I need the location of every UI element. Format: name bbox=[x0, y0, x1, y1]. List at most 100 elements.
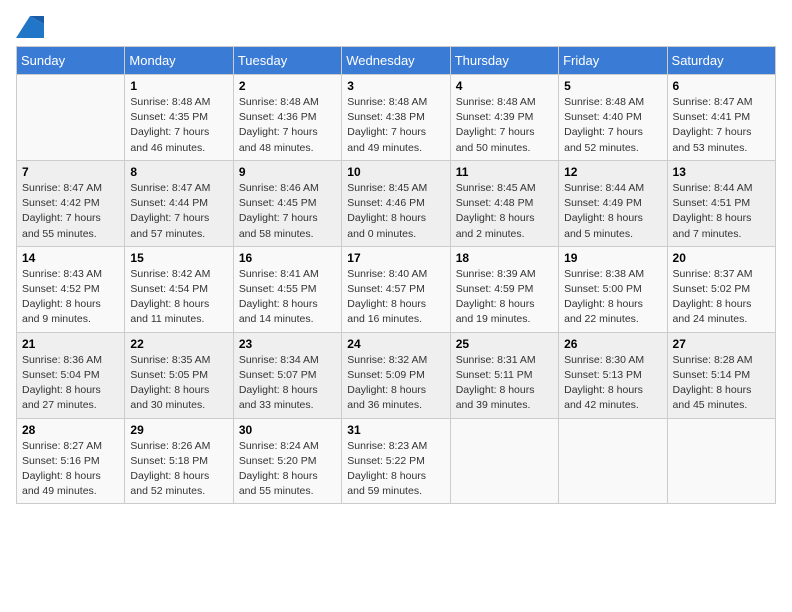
day-number: 27 bbox=[673, 337, 770, 351]
day-info: Sunrise: 8:27 AMSunset: 5:16 PMDaylight:… bbox=[22, 439, 119, 500]
day-info: Sunrise: 8:48 AMSunset: 4:35 PMDaylight:… bbox=[130, 95, 227, 156]
day-number: 7 bbox=[22, 165, 119, 179]
calendar-cell: 25 Sunrise: 8:31 AMSunset: 5:11 PMDayligh… bbox=[450, 332, 558, 418]
calendar-cell: 9 Sunrise: 8:46 AMSunset: 4:45 PMDaylight… bbox=[233, 160, 341, 246]
day-number: 17 bbox=[347, 251, 444, 265]
calendar-cell: 23 Sunrise: 8:34 AMSunset: 5:07 PMDayligh… bbox=[233, 332, 341, 418]
day-info: Sunrise: 8:41 AMSunset: 4:55 PMDaylight:… bbox=[239, 267, 336, 328]
day-number: 28 bbox=[22, 423, 119, 437]
day-number: 24 bbox=[347, 337, 444, 351]
day-number: 6 bbox=[673, 79, 770, 93]
calendar-cell: 1 Sunrise: 8:48 AMSunset: 4:35 PMDaylight… bbox=[125, 75, 233, 161]
calendar-cell: 5 Sunrise: 8:48 AMSunset: 4:40 PMDaylight… bbox=[559, 75, 667, 161]
day-number: 11 bbox=[456, 165, 553, 179]
header-thursday: Thursday bbox=[450, 47, 558, 75]
day-info: Sunrise: 8:48 AMSunset: 4:38 PMDaylight:… bbox=[347, 95, 444, 156]
day-number: 16 bbox=[239, 251, 336, 265]
day-number: 3 bbox=[347, 79, 444, 93]
day-info: Sunrise: 8:44 AMSunset: 4:51 PMDaylight:… bbox=[673, 181, 770, 242]
day-number: 10 bbox=[347, 165, 444, 179]
day-info: Sunrise: 8:45 AMSunset: 4:46 PMDaylight:… bbox=[347, 181, 444, 242]
calendar-cell: 24 Sunrise: 8:32 AMSunset: 5:09 PMDayligh… bbox=[342, 332, 450, 418]
calendar-cell: 28 Sunrise: 8:27 AMSunset: 5:16 PMDayligh… bbox=[17, 418, 125, 504]
day-info: Sunrise: 8:48 AMSunset: 4:39 PMDaylight:… bbox=[456, 95, 553, 156]
logo bbox=[16, 16, 48, 38]
calendar-cell: 26 Sunrise: 8:30 AMSunset: 5:13 PMDayligh… bbox=[559, 332, 667, 418]
calendar-week-2: 7Sunrise: 8:47 AMSunset: 4:42 PMDaylight… bbox=[17, 160, 776, 246]
calendar-cell: 30Sunrise: 8:24 AMSunset: 5:20 PMDayligh… bbox=[233, 418, 341, 504]
calendar-cell bbox=[17, 75, 125, 161]
day-info: Sunrise: 8:32 AMSunset: 5:09 PMDaylight:… bbox=[347, 353, 444, 414]
calendar-week-3: 14Sunrise: 8:43 AMSunset: 4:52 PMDayligh… bbox=[17, 246, 776, 332]
day-number: 13 bbox=[673, 165, 770, 179]
calendar-cell: 7Sunrise: 8:47 AMSunset: 4:42 PMDaylight… bbox=[17, 160, 125, 246]
calendar-cell: 19 Sunrise: 8:38 AMSunset: 5:00 PMDayligh… bbox=[559, 246, 667, 332]
calendar-cell: 2Sunrise: 8:48 AMSunset: 4:36 PMDaylight… bbox=[233, 75, 341, 161]
calendar-cell bbox=[450, 418, 558, 504]
day-number: 5 bbox=[564, 79, 661, 93]
calendar-cell: 14Sunrise: 8:43 AMSunset: 4:52 PMDayligh… bbox=[17, 246, 125, 332]
day-info: Sunrise: 8:36 AMSunset: 5:04 PMDaylight:… bbox=[22, 353, 119, 414]
day-number: 19 bbox=[564, 251, 661, 265]
day-number: 29 bbox=[130, 423, 227, 437]
calendar-week-1: 1 Sunrise: 8:48 AMSunset: 4:35 PMDaylight… bbox=[17, 75, 776, 161]
calendar-cell: 10 Sunrise: 8:45 AMSunset: 4:46 PMDayligh… bbox=[342, 160, 450, 246]
day-number: 25 bbox=[456, 337, 553, 351]
day-info: Sunrise: 8:47 AMSunset: 4:41 PMDaylight:… bbox=[673, 95, 770, 156]
day-info: Sunrise: 8:24 AMSunset: 5:20 PMDaylight:… bbox=[239, 439, 336, 500]
day-number: 31 bbox=[347, 423, 444, 437]
day-info: Sunrise: 8:37 AMSunset: 5:02 PMDaylight:… bbox=[673, 267, 770, 328]
calendar-cell: 13 Sunrise: 8:44 AMSunset: 4:51 PMDayligh… bbox=[667, 160, 775, 246]
day-number: 2 bbox=[239, 79, 336, 93]
day-info: Sunrise: 8:26 AMSunset: 5:18 PMDaylight:… bbox=[130, 439, 227, 500]
calendar-cell: 29 Sunrise: 8:26 AMSunset: 5:18 PMDayligh… bbox=[125, 418, 233, 504]
calendar-cell: 15 Sunrise: 8:42 AMSunset: 4:54 PMDayligh… bbox=[125, 246, 233, 332]
day-number: 20 bbox=[673, 251, 770, 265]
day-info: Sunrise: 8:40 AMSunset: 4:57 PMDaylight:… bbox=[347, 267, 444, 328]
calendar-cell: 31 Sunrise: 8:23 AMSunset: 5:22 PMDayligh… bbox=[342, 418, 450, 504]
day-info: Sunrise: 8:42 AMSunset: 4:54 PMDaylight:… bbox=[130, 267, 227, 328]
day-info: Sunrise: 8:23 AMSunset: 5:22 PMDaylight:… bbox=[347, 439, 444, 500]
day-info: Sunrise: 8:31 AMSunset: 5:11 PMDaylight:… bbox=[456, 353, 553, 414]
day-number: 21 bbox=[22, 337, 119, 351]
header-monday: Monday bbox=[125, 47, 233, 75]
calendar-cell bbox=[667, 418, 775, 504]
day-number: 15 bbox=[130, 251, 227, 265]
calendar-cell: 20 Sunrise: 8:37 AMSunset: 5:02 PMDayligh… bbox=[667, 246, 775, 332]
header-wednesday: Wednesday bbox=[342, 47, 450, 75]
calendar-cell: 21 Sunrise: 8:36 AMSunset: 5:04 PMDayligh… bbox=[17, 332, 125, 418]
calendar-cell: 17 Sunrise: 8:40 AMSunset: 4:57 PMDayligh… bbox=[342, 246, 450, 332]
calendar-cell: 11 Sunrise: 8:45 AMSunset: 4:48 PMDayligh… bbox=[450, 160, 558, 246]
day-info: Sunrise: 8:39 AMSunset: 4:59 PMDaylight:… bbox=[456, 267, 553, 328]
calendar-week-4: 21 Sunrise: 8:36 AMSunset: 5:04 PMDayligh… bbox=[17, 332, 776, 418]
day-number: 26 bbox=[564, 337, 661, 351]
day-info: Sunrise: 8:48 AMSunset: 4:40 PMDaylight:… bbox=[564, 95, 661, 156]
day-number: 22 bbox=[130, 337, 227, 351]
day-info: Sunrise: 8:30 AMSunset: 5:13 PMDaylight:… bbox=[564, 353, 661, 414]
header-sunday: Sunday bbox=[17, 47, 125, 75]
day-info: Sunrise: 8:35 AMSunset: 5:05 PMDaylight:… bbox=[130, 353, 227, 414]
day-info: Sunrise: 8:44 AMSunset: 4:49 PMDaylight:… bbox=[564, 181, 661, 242]
calendar-week-5: 28 Sunrise: 8:27 AMSunset: 5:16 PMDayligh… bbox=[17, 418, 776, 504]
calendar-header-row: SundayMondayTuesdayWednesdayThursdayFrid… bbox=[17, 47, 776, 75]
day-number: 9 bbox=[239, 165, 336, 179]
calendar-cell: 4 Sunrise: 8:48 AMSunset: 4:39 PMDaylight… bbox=[450, 75, 558, 161]
day-info: Sunrise: 8:47 AMSunset: 4:44 PMDaylight:… bbox=[130, 181, 227, 242]
calendar-cell: 6 Sunrise: 8:47 AMSunset: 4:41 PMDaylight… bbox=[667, 75, 775, 161]
page-header bbox=[16, 16, 776, 38]
day-info: Sunrise: 8:34 AMSunset: 5:07 PMDaylight:… bbox=[239, 353, 336, 414]
calendar-cell: 16 Sunrise: 8:41 AMSunset: 4:55 PMDayligh… bbox=[233, 246, 341, 332]
day-info: Sunrise: 8:38 AMSunset: 5:00 PMDaylight:… bbox=[564, 267, 661, 328]
day-info: Sunrise: 8:28 AMSunset: 5:14 PMDaylight:… bbox=[673, 353, 770, 414]
day-info: Sunrise: 8:45 AMSunset: 4:48 PMDaylight:… bbox=[456, 181, 553, 242]
day-number: 23 bbox=[239, 337, 336, 351]
calendar-cell: 22 Sunrise: 8:35 AMSunset: 5:05 PMDayligh… bbox=[125, 332, 233, 418]
day-number: 4 bbox=[456, 79, 553, 93]
day-number: 14 bbox=[22, 251, 119, 265]
calendar-cell: 8Sunrise: 8:47 AMSunset: 4:44 PMDaylight… bbox=[125, 160, 233, 246]
calendar-cell: 18 Sunrise: 8:39 AMSunset: 4:59 PMDayligh… bbox=[450, 246, 558, 332]
day-info: Sunrise: 8:46 AMSunset: 4:45 PMDaylight:… bbox=[239, 181, 336, 242]
day-number: 1 bbox=[130, 79, 227, 93]
calendar-cell: 12Sunrise: 8:44 AMSunset: 4:49 PMDayligh… bbox=[559, 160, 667, 246]
day-number: 18 bbox=[456, 251, 553, 265]
